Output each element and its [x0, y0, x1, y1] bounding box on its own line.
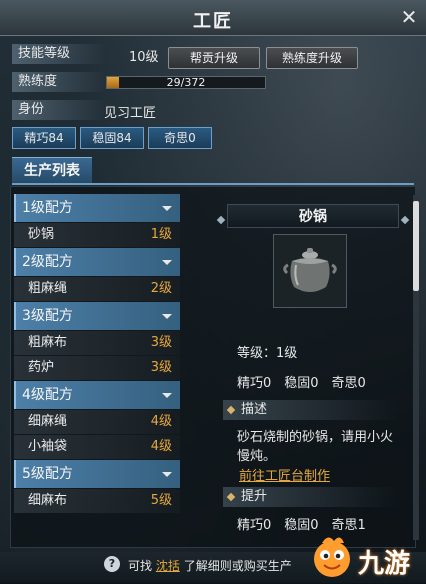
detail-title: 砂锅	[216, 204, 410, 228]
question-icon: ?	[104, 556, 120, 572]
recipe-item[interactable]: 粗麻布 3级	[14, 331, 180, 355]
watermark-text: 九游	[358, 549, 411, 579]
chevron-down-icon	[162, 393, 172, 398]
skill-level-label: 技能等级	[12, 44, 104, 64]
diamond-icon	[226, 492, 236, 502]
recipe-name: 砂锅	[28, 227, 55, 242]
recipe-item[interactable]: 细麻绳 4级	[14, 410, 180, 434]
detail-description: 砂石烧制的砂锅，请用小火慢炖。	[237, 430, 394, 464]
recipe-name: 细麻绳	[28, 414, 68, 429]
recipe-level: 5级	[150, 493, 172, 508]
chevron-down-icon	[162, 314, 172, 319]
recipe-name: 细麻布	[28, 493, 68, 508]
recipe-group-4[interactable]: 4级配方	[14, 381, 180, 409]
recipe-group-5[interactable]: 5级配方	[14, 460, 180, 488]
recipe-detail: 砂锅 等级：1级 精巧0 稳固0 奇思0 描述 砂石烧制的砂锅，请用小火慢炖。 …	[216, 198, 410, 536]
footer-hint: 可找 沈括 了解细则或购买生产	[128, 557, 292, 574]
recipe-group-3[interactable]: 3级配方	[14, 302, 180, 330]
recipe-group-label: 2级配方	[22, 254, 73, 270]
chevron-down-icon	[162, 472, 172, 477]
recipe-group-2[interactable]: 2级配方	[14, 248, 180, 276]
title-bar: 工匠 ✕	[0, 0, 426, 36]
proficiency-bar: 29/372	[106, 76, 266, 89]
recipe-item[interactable]: 药炉 3级	[14, 356, 180, 380]
skill-level-value: 10级	[129, 50, 159, 65]
proficiency-text: 29/372	[166, 76, 206, 89]
description-header: 描述	[223, 400, 399, 420]
craft-link[interactable]: 前往工匠台制作	[239, 465, 330, 484]
clay-pot-icon	[283, 248, 337, 292]
scrollbar-thumb[interactable]	[413, 201, 419, 291]
stat-stability: 稳固84	[80, 127, 144, 149]
recipe-level: 3级	[150, 335, 172, 350]
identity-value: 见习工匠	[104, 106, 157, 121]
stat-ingenuity: 奇思0	[148, 127, 212, 149]
site-watermark: 九游	[308, 531, 420, 581]
guild-upgrade-button[interactable]: 帮贡升级	[168, 47, 260, 69]
recipe-group-label: 4级配方	[22, 387, 73, 403]
detail-level: 等级：1级	[237, 346, 298, 361]
recipe-group-label: 1级配方	[22, 200, 73, 216]
detail-name: 砂锅	[299, 209, 327, 225]
proficiency-upgrade-button[interactable]: 熟练度升级	[266, 47, 358, 69]
section-label: 提升	[241, 489, 268, 504]
section-label: 描述	[241, 402, 268, 417]
close-icon[interactable]: ✕	[398, 6, 420, 28]
recipe-item[interactable]: 小袖袋 4级	[14, 435, 180, 459]
tab-production-list[interactable]: 生产列表	[12, 157, 92, 183]
recipe-group-label: 3级配方	[22, 308, 73, 324]
recipe-item[interactable]: 砂锅 1级	[14, 223, 180, 247]
recipe-name: 粗麻布	[28, 335, 68, 350]
scrollbar[interactable]	[413, 195, 419, 540]
detail-stats: 精巧0 稳固0 奇思0	[237, 376, 366, 391]
chevron-down-icon	[162, 260, 172, 265]
identity-label: 身份	[12, 100, 104, 120]
recipe-level: 4级	[150, 414, 172, 429]
recipe-item[interactable]: 细麻布 5级	[14, 489, 180, 513]
upgrade-header: 提升	[223, 487, 399, 507]
recipe-level: 1级	[150, 227, 172, 242]
item-icon-frame	[273, 234, 347, 308]
recipe-list: 1级配方 砂锅 1级 2级配方 粗麻绳 2级 3级配方 粗麻布 3级 药炉 3级 4级配…	[14, 194, 180, 514]
recipe-name: 药炉	[28, 360, 55, 375]
recipe-level: 2级	[150, 281, 172, 296]
diamond-icon	[226, 405, 236, 415]
hint-suffix: 了解细则或购买生产	[183, 559, 292, 573]
tab-underline	[12, 183, 414, 185]
recipe-level: 4级	[150, 439, 172, 454]
stat-finesse: 精巧84	[12, 127, 76, 149]
recipe-name: 小袖袋	[28, 439, 68, 454]
recipe-name: 粗麻绳	[28, 281, 68, 296]
recipe-item[interactable]: 粗麻绳 2级	[14, 277, 180, 301]
recipe-group-1[interactable]: 1级配方	[14, 194, 180, 222]
npc-link[interactable]: 沈括	[156, 559, 180, 573]
recipe-level: 3级	[150, 360, 172, 375]
hint-prefix: 可找	[128, 559, 153, 573]
chevron-down-icon	[162, 206, 172, 211]
window-title: 工匠	[193, 11, 233, 32]
recipe-group-label: 5级配方	[22, 466, 73, 482]
proficiency-label: 熟练度	[12, 72, 104, 92]
